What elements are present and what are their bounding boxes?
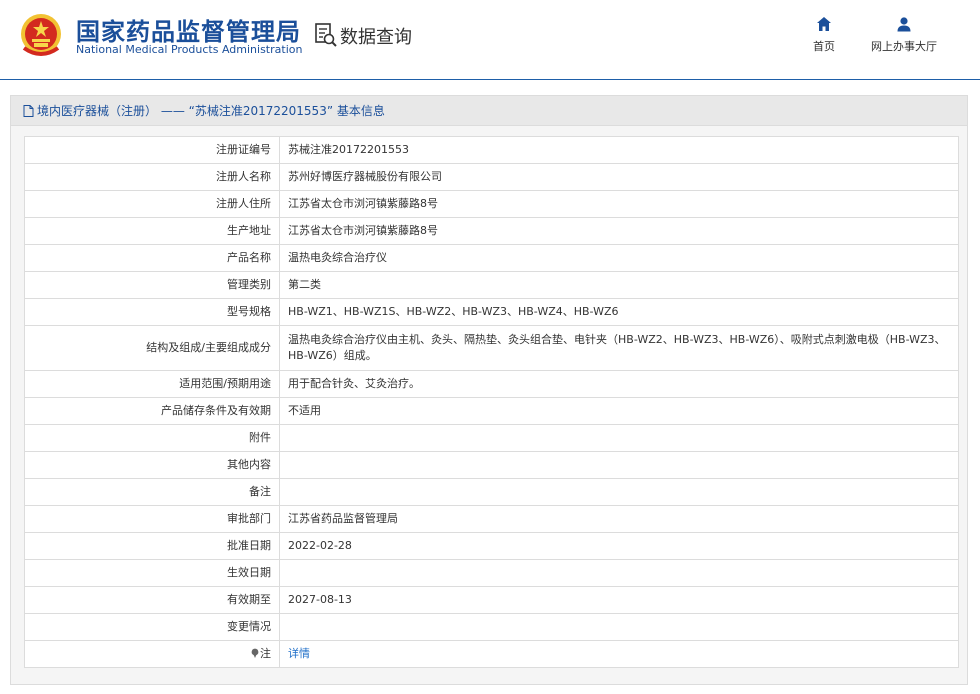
row-value: 2022-02-28 xyxy=(279,532,959,560)
row-label: 结构及组成/主要组成成分 xyxy=(24,325,280,371)
nav-online-hall-label: 网上办事大厅 xyxy=(871,40,937,53)
table-row: 注 详情 xyxy=(24,640,959,668)
row-value xyxy=(279,451,959,479)
pin-icon xyxy=(251,648,259,658)
row-label: 注册证编号 xyxy=(24,136,280,164)
table-row: 结构及组成/主要组成成分 温热电灸综合治疗仪由主机、灸头、隔热垫、灸头组合垫、电… xyxy=(24,325,959,371)
row-label: 适用范围/预期用途 xyxy=(24,370,280,398)
nav-online-hall[interactable]: 网上办事大厅 xyxy=(864,16,944,54)
row-value: 江苏省太仓市浏河镇紫藤路8号 xyxy=(279,217,959,245)
site-subtitle: National Medical Products Administration xyxy=(76,43,303,56)
panel-title: 境内医疗器械（注册） —— “苏械注准20172201553” 基本信息 xyxy=(11,96,967,126)
nav-home[interactable]: 首页 xyxy=(806,16,842,54)
info-table: 注册证编号 苏械注准20172201553 注册人名称 苏州好博医疗器械股份有限… xyxy=(24,136,959,668)
data-query-icon xyxy=(315,23,337,47)
row-label-note-text: 注 xyxy=(260,647,271,660)
table-row: 注册人住所 江苏省太仓市浏河镇紫藤路8号 xyxy=(24,190,959,218)
row-label: 产品储存条件及有效期 xyxy=(24,397,280,425)
table-row: 注册证编号 苏械注准20172201553 xyxy=(24,136,959,164)
row-label: 生效日期 xyxy=(24,559,280,587)
row-value xyxy=(279,478,959,506)
row-value xyxy=(279,613,959,641)
row-label: 注册人住所 xyxy=(24,190,280,218)
row-label: 审批部门 xyxy=(24,505,280,533)
table-row: 有效期至 2027-08-13 xyxy=(24,586,959,614)
national-emblem-icon xyxy=(21,14,61,56)
table-row: 产品名称 温热电灸综合治疗仪 xyxy=(24,244,959,272)
row-label: 备注 xyxy=(24,478,280,506)
table-row: 产品储存条件及有效期 不适用 xyxy=(24,397,959,425)
row-label: 批准日期 xyxy=(24,532,280,560)
document-icon xyxy=(23,105,34,117)
table-row: 注册人名称 苏州好博医疗器械股份有限公司 xyxy=(24,163,959,191)
row-label: 注册人名称 xyxy=(24,163,280,191)
user-icon xyxy=(897,17,911,32)
row-value: 江苏省太仓市浏河镇紫藤路8号 xyxy=(279,190,959,218)
table-row: 适用范围/预期用途 用于配合针灸、艾灸治疗。 xyxy=(24,370,959,398)
detail-panel: 境内医疗器械（注册） —— “苏械注准20172201553” 基本信息 注册证… xyxy=(10,95,968,685)
table-row: 附件 xyxy=(24,424,959,452)
row-label: 生产地址 xyxy=(24,217,280,245)
table-row: 审批部门 江苏省药品监督管理局 xyxy=(24,505,959,533)
table-row: 生产地址 江苏省太仓市浏河镇紫藤路8号 xyxy=(24,217,959,245)
row-value xyxy=(279,559,959,587)
home-icon xyxy=(817,17,831,31)
row-label: 变更情况 xyxy=(24,613,280,641)
site-title: 国家药品监督管理局 xyxy=(76,18,301,46)
row-value: 温热电灸综合治疗仪由主机、灸头、隔热垫、灸头组合垫、电针夹（HB-WZ2、HB-… xyxy=(279,325,959,371)
info-table-wrap: 注册证编号 苏械注准20172201553 注册人名称 苏州好博医疗器械股份有限… xyxy=(24,136,959,668)
panel-title-text: 境内医疗器械（注册） —— “苏械注准20172201553” 基本信息 xyxy=(37,104,385,118)
row-value: 不适用 xyxy=(279,397,959,425)
row-value-note: 详情 xyxy=(279,640,959,668)
table-row: 批准日期 2022-02-28 xyxy=(24,532,959,560)
row-label: 有效期至 xyxy=(24,586,280,614)
row-value: HB-WZ1、HB-WZ1S、HB-WZ2、HB-WZ3、HB-WZ4、HB-W… xyxy=(279,298,959,326)
table-row: 管理类别 第二类 xyxy=(24,271,959,299)
table-row: 变更情况 xyxy=(24,613,959,641)
nav-home-label: 首页 xyxy=(813,40,835,53)
row-label-note: 注 xyxy=(24,640,280,668)
table-row: 生效日期 xyxy=(24,559,959,587)
row-value: 苏州好博医疗器械股份有限公司 xyxy=(279,163,959,191)
table-row: 型号规格 HB-WZ1、HB-WZ1S、HB-WZ2、HB-WZ3、HB-WZ4… xyxy=(24,298,959,326)
row-value: 苏械注准20172201553 xyxy=(279,136,959,164)
row-value: 用于配合针灸、艾灸治疗。 xyxy=(279,370,959,398)
row-label: 附件 xyxy=(24,424,280,452)
row-label: 其他内容 xyxy=(24,451,280,479)
table-row: 备注 xyxy=(24,478,959,506)
row-value: 温热电灸综合治疗仪 xyxy=(279,244,959,272)
row-label: 型号规格 xyxy=(24,298,280,326)
row-value: 第二类 xyxy=(279,271,959,299)
details-link[interactable]: 详情 xyxy=(288,647,310,660)
site-header: 国家药品监督管理局 National Medical Products Admi… xyxy=(0,0,980,80)
row-label: 管理类别 xyxy=(24,271,280,299)
row-label: 产品名称 xyxy=(24,244,280,272)
row-value xyxy=(279,424,959,452)
row-value: 江苏省药品监督管理局 xyxy=(279,505,959,533)
table-row: 其他内容 xyxy=(24,451,959,479)
row-value: 2027-08-13 xyxy=(279,586,959,614)
data-query-title: 数据查询 xyxy=(340,27,412,48)
